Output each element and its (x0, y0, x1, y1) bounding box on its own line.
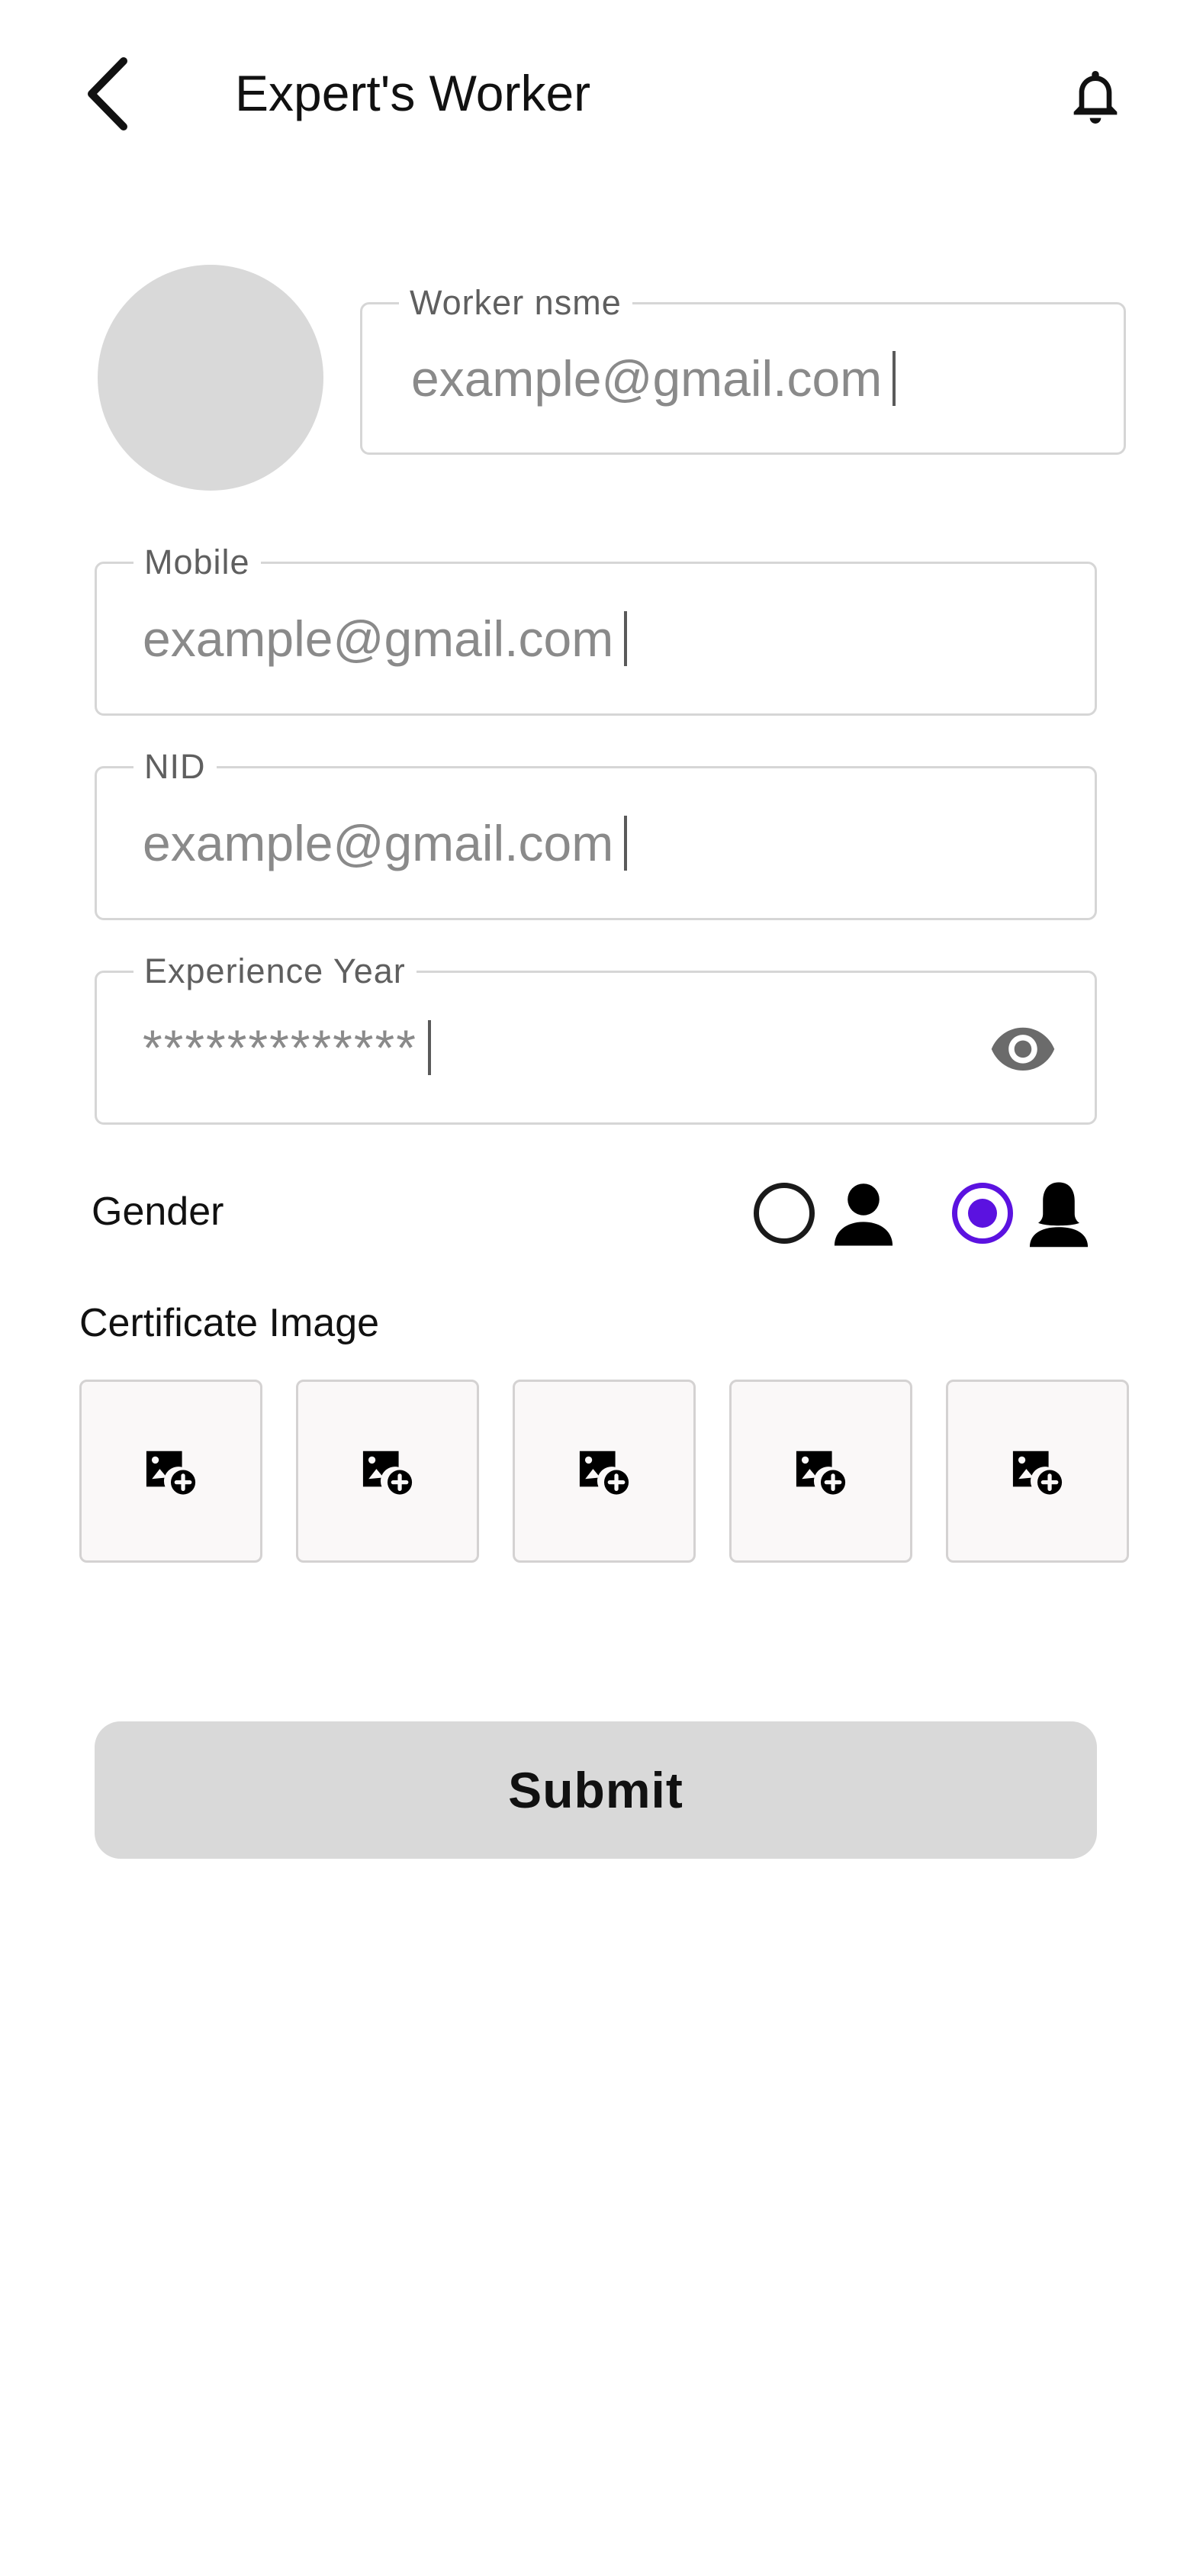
mobile-input[interactable]: example@gmail.com (143, 608, 628, 669)
experience-year-input[interactable]: ************* (143, 1017, 431, 1078)
worker-name-label: Worker nsme (399, 282, 632, 324)
experience-year-label: Experience Year (133, 950, 416, 993)
radio-selected-dot (968, 1199, 997, 1228)
text-caret (892, 351, 896, 406)
male-person-icon (834, 1183, 893, 1246)
gender-male-radio[interactable] (754, 1183, 815, 1244)
certificate-image-slot-5[interactable] (946, 1380, 1129, 1563)
add-photo-icon (796, 1451, 846, 1495)
add-photo-icon (1012, 1451, 1063, 1495)
worker-name-input[interactable]: example@gmail.com (411, 348, 896, 409)
add-photo-icon (146, 1451, 196, 1495)
chevron-left-icon (88, 57, 127, 130)
text-caret (427, 1020, 431, 1075)
bell-icon (1073, 71, 1118, 124)
mobile-field[interactable]: Mobile example@gmail.com (95, 541, 1097, 716)
submit-button[interactable]: Submit (95, 1721, 1097, 1859)
nid-field[interactable]: NID example@gmail.com (95, 745, 1097, 920)
text-caret (624, 816, 628, 871)
worker-name-value: example@gmail.com (411, 350, 883, 407)
mobile-value: example@gmail.com (143, 610, 614, 667)
add-photo-icon (579, 1451, 629, 1495)
avatar[interactable] (98, 265, 323, 491)
experience-year-value: ************* (143, 1019, 417, 1076)
female-person-icon (1029, 1182, 1089, 1248)
certificate-image-slot-1[interactable] (79, 1380, 262, 1563)
add-worker-screen: Expert's Worker Worker nsme example@gmai… (0, 0, 1190, 2576)
nid-value: example@gmail.com (143, 815, 614, 871)
mobile-label: Mobile (133, 541, 261, 584)
nid-input[interactable]: example@gmail.com (143, 813, 628, 874)
page-title: Expert's Worker (235, 65, 591, 121)
text-caret (624, 611, 628, 666)
toggle-visibility-button[interactable] (985, 1017, 1061, 1078)
add-photo-icon (362, 1451, 413, 1495)
back-button[interactable] (73, 52, 142, 136)
nid-label: NID (133, 745, 217, 788)
certificate-image-label: Certificate Image (79, 1301, 380, 1345)
notification-button[interactable] (1059, 60, 1132, 136)
gender-label: Gender (92, 1190, 224, 1234)
gender-female-radio[interactable] (952, 1183, 1013, 1244)
certificate-image-slot-4[interactable] (729, 1380, 912, 1563)
eye-icon (991, 1027, 1055, 1071)
worker-name-field[interactable]: Worker nsme example@gmail.com (360, 282, 1126, 455)
certificate-image-slot-2[interactable] (296, 1380, 479, 1563)
experience-year-field[interactable]: Experience Year ************* (95, 950, 1097, 1125)
certificate-image-slot-3[interactable] (513, 1380, 696, 1563)
